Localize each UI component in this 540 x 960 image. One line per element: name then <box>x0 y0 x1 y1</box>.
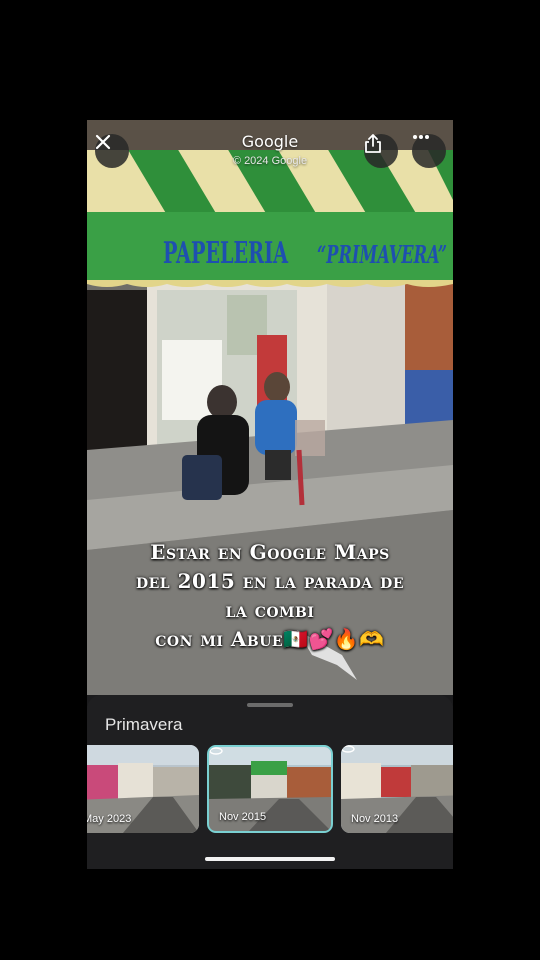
street-view-screen: PAPELERIA “PRIMAVERA” Google © 2024 Goog… <box>87 120 453 869</box>
street-view-panorama[interactable]: PAPELERIA “PRIMAVERA” Google © 2024 Goog… <box>87 120 453 695</box>
thumbnail-date: Nov 2015 <box>219 811 267 823</box>
360-icon <box>209 747 223 755</box>
bottom-sheet[interactable]: Primavera May 2023 Nov 2015 Nov 2013 <box>87 695 453 869</box>
close-button[interactable] <box>95 134 129 168</box>
timeline-thumbnail[interactable]: May 2023 <box>87 745 199 833</box>
home-indicator[interactable] <box>205 857 335 861</box>
caption-line-3: la combi <box>225 598 315 622</box>
close-icon <box>95 134 111 150</box>
sign-primavera: “PRIMAVERA” <box>317 240 447 269</box>
thumbnail-date: May 2023 <box>87 813 132 825</box>
timeline-thumbnail-selected[interactable]: Nov 2015 <box>207 745 333 833</box>
more-options-button[interactable] <box>412 134 446 168</box>
share-icon <box>365 134 381 153</box>
more-icon <box>413 135 429 139</box>
sign-papeleria: PAPELERIA <box>163 236 288 271</box>
place-title: Primavera <box>105 715 183 734</box>
copyright-text: © 2024 Google <box>232 155 308 167</box>
caption-line-1: Estar en Google Maps <box>150 540 390 564</box>
360-icon <box>341 745 355 753</box>
share-button[interactable] <box>364 134 398 168</box>
thumbnail-date: Nov 2013 <box>351 813 399 825</box>
caption-line-4: con mi Abue🇲🇽💕🔥🫶 <box>155 627 385 651</box>
story-caption: Estar en Google Maps del 2015 en la para… <box>87 538 453 654</box>
caption-line-2: del 2015 en la parada de <box>136 569 404 593</box>
app-title: Google <box>241 132 299 151</box>
timeline-thumbnail[interactable]: Nov 2013 <box>341 745 453 833</box>
sheet-drag-handle[interactable] <box>247 703 293 707</box>
